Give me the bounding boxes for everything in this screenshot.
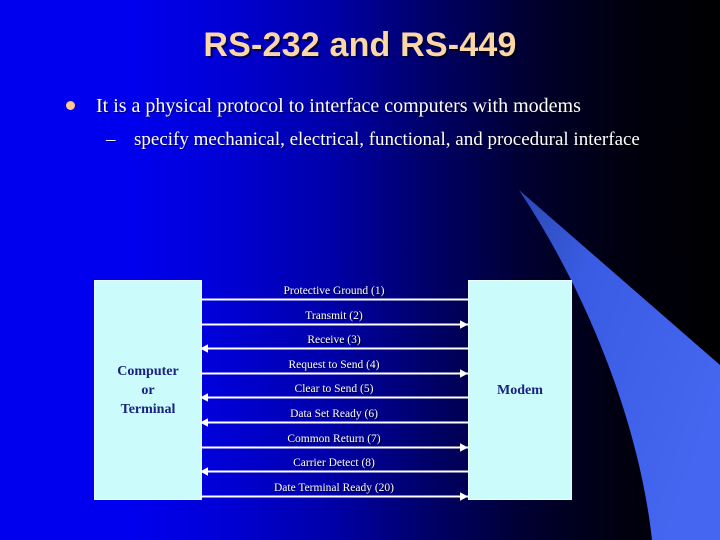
signal-label: Protective Ground (1) [283,284,385,297]
signal-label: Receive (3) [307,333,361,346]
rs232-signal-diagram: Computer or Terminal Modem Protective Grou… [0,0,720,540]
signal-label: Data Set Ready (6) [290,407,378,420]
slide: RS-232 and RS-449 It is a physical proto… [0,0,720,540]
signal-label: Transmit (2) [305,309,363,322]
signal-label: Common Return (7) [287,432,381,445]
signal-label: Clear to Send (5) [294,382,374,395]
signal-label: Carrier Detect (8) [293,456,375,469]
signal-label: Date Terminal Ready (20) [273,481,394,494]
signal-label: Request to Send (4) [288,358,380,371]
